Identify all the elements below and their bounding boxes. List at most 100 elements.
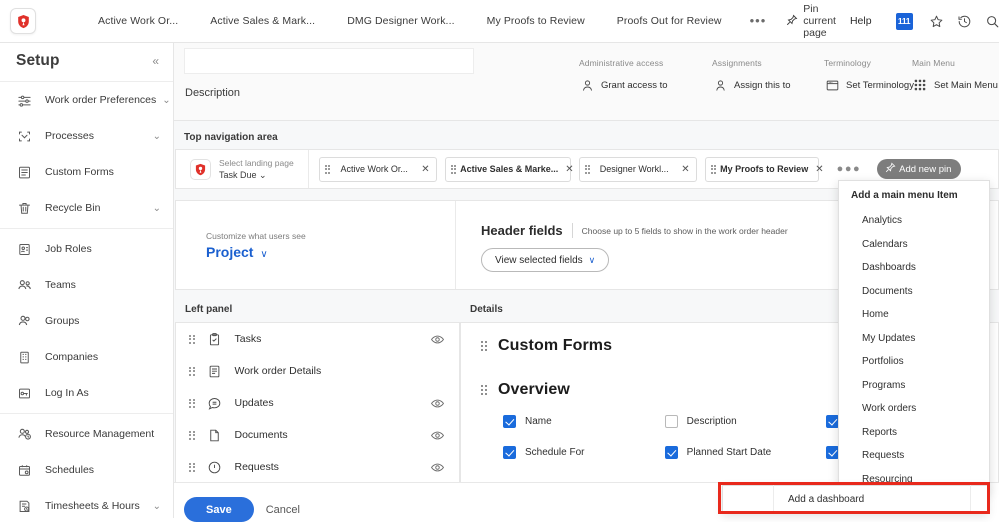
select-landing-page[interactable]: Select landing page Task Due ⌄ [176,150,309,188]
menu-item-documents[interactable]: Documents [839,280,989,304]
checkbox-schedule-for[interactable]: Schedule For [503,446,665,459]
eye-icon[interactable] [430,332,445,347]
checkbox-input[interactable] [503,446,516,459]
chevron-down-icon[interactable]: ⌄ [153,203,161,214]
drag-handle-icon[interactable] [189,399,195,408]
list-item-requests[interactable]: Requests [176,451,459,483]
chevron-down-icon[interactable]: ⌄ [153,131,161,142]
set-terminology-label: Set Terminology [846,80,914,91]
menu-item-home[interactable]: Home [839,303,989,327]
topnav-active-work-orders[interactable]: Active Work Or... [82,15,194,27]
search-icon[interactable] [979,9,999,33]
menu-item-calendars[interactable]: Calendars [839,233,989,257]
pin-current-page-button[interactable]: Pin current page [786,3,836,39]
menu-item-requests[interactable]: Requests [839,444,989,468]
sidebar-item-resource-management[interactable]: Resource Management [0,416,173,452]
sidebar-item-teams[interactable]: Teams [0,267,173,303]
list-item-updates[interactable]: Updates [176,387,459,419]
grant-access-to-button[interactable]: Grant access to [579,77,668,93]
checkbox-description[interactable]: Description [665,415,827,428]
notification-badge[interactable]: 111 [896,13,913,30]
sidebar-item-log-in-as[interactable]: Log In As [0,375,173,411]
landing-page-dropdown[interactable]: Task Due ⌄ [219,170,294,181]
drag-handle-icon[interactable] [481,385,487,395]
drag-handle-icon[interactable] [481,341,487,351]
checkbox-label: Schedule For [525,447,584,458]
pin-chip-active-work-orders[interactable]: Active Work Or... ✕ [319,157,437,182]
eye-icon[interactable] [430,428,445,443]
checkbox-name[interactable]: Name [503,415,665,428]
eye-icon[interactable] [430,460,445,475]
close-icon[interactable]: ✕ [681,164,689,175]
pin-chip-my-proofs-to-review[interactable]: My Proofs to Review ✕ [705,157,819,182]
help-link[interactable]: Help [836,15,886,27]
chevron-down-icon[interactable]: ⌄ [162,95,170,106]
assign-this-to-button[interactable]: Assign this to [712,77,791,93]
topnav-proofs-out-for-review[interactable]: Proofs Out for Review [601,15,738,27]
admin-action-caption: Terminology [824,58,914,68]
sidebar-item-custom-forms[interactable]: Custom Forms [0,154,173,190]
checkbox-planned-start-date[interactable]: Planned Start Date [665,446,827,459]
list-item-work-order-details[interactable]: Work order Details [176,355,459,387]
close-icon[interactable]: ✕ [815,164,823,175]
pin-chip-designer-workload[interactable]: Designer Workl... ✕ [579,157,697,182]
add-new-pin-button[interactable]: Add new pin [877,159,961,179]
checkbox-label: Description [687,416,737,427]
topnav-active-sales-marketing[interactable]: Active Sales & Mark... [194,15,331,27]
checkbox-input[interactable] [665,415,678,428]
description-input[interactable] [184,48,474,74]
comment-icon [206,395,223,412]
menu-item-programs[interactable]: Programs [839,374,989,398]
view-selected-fields-button[interactable]: View selected fields ∨ [481,248,609,272]
drag-handle-icon[interactable] [585,165,591,174]
sidebar-item-groups[interactable]: Groups [0,303,173,339]
checkbox-input[interactable] [665,446,678,459]
set-main-menu-button[interactable]: Set Main Menu [912,77,998,93]
pin-overflow-icon[interactable]: ●●● [837,166,861,172]
customize-project-dropdown[interactable]: Project ∨ [206,244,455,260]
brand-logo-icon[interactable] [10,8,36,34]
close-icon[interactable]: ✕ [421,164,429,175]
details-section-title: Overview [498,381,570,399]
pin-chip-active-sales-marketing[interactable]: Active Sales & Marke... ✕ [445,157,571,182]
drag-handle-icon[interactable] [325,165,331,174]
checkbox-input[interactable] [503,415,516,428]
admin-action-caption: Assignments [712,58,791,68]
drag-handle-icon[interactable] [189,463,195,472]
menu-item-add-a-dashboard[interactable]: Add a dashboard [722,485,988,513]
list-item-documents[interactable]: Documents [176,419,459,451]
drag-handle-icon[interactable] [451,165,457,174]
drag-handle-icon[interactable] [711,165,717,174]
menu-item-reports[interactable]: Reports [839,421,989,445]
star-icon[interactable] [923,9,951,33]
sidebar-item-recycle-bin[interactable]: Recycle Bin ⌄ [0,190,173,226]
eye-icon[interactable] [430,396,445,411]
menu-item-analytics[interactable]: Analytics [839,209,989,233]
list-item-tasks[interactable]: Tasks [176,323,459,355]
sidebar-item-schedules[interactable]: Schedules [0,452,173,488]
menu-item-portfolios[interactable]: Portfolios [839,350,989,374]
menu-item-my-updates[interactable]: My Updates [839,327,989,351]
set-terminology-button[interactable]: Set Terminology [824,77,914,93]
cancel-button[interactable]: Cancel [266,504,300,516]
save-button[interactable]: Save [184,497,254,522]
topnav-my-proofs-to-review[interactable]: My Proofs to Review [471,15,601,27]
drag-handle-icon[interactable] [189,431,195,440]
sidebar-item-job-roles[interactable]: Job Roles [0,231,173,267]
drag-handle-icon[interactable] [189,367,195,376]
close-icon[interactable]: ✕ [565,164,573,175]
sidebar-collapse-icon[interactable]: « [152,54,159,68]
menu-item-work-orders[interactable]: Work orders [839,397,989,421]
sidebar-item-work-order-preferences[interactable]: Work order Preferences ⌄ [0,82,173,118]
sidebar-item-companies[interactable]: Companies [0,339,173,375]
admin-action-grant-access: Administrative access Grant access to [579,58,668,93]
menu-item-dashboards[interactable]: Dashboards [839,256,989,280]
sidebar-item-timesheets-hours[interactable]: Timesheets & Hours ⌄ [0,488,173,518]
topnav-dmg-designer-work[interactable]: DMG Designer Work... [331,15,470,27]
sidebar-item-processes[interactable]: Processes ⌄ [0,118,173,154]
topnav-overflow-icon[interactable]: ••• [738,17,779,25]
history-icon[interactable] [951,9,979,33]
drag-handle-icon[interactable] [189,335,195,344]
person-gear-icon [579,77,595,93]
chevron-down-icon[interactable]: ⌄ [153,501,161,512]
